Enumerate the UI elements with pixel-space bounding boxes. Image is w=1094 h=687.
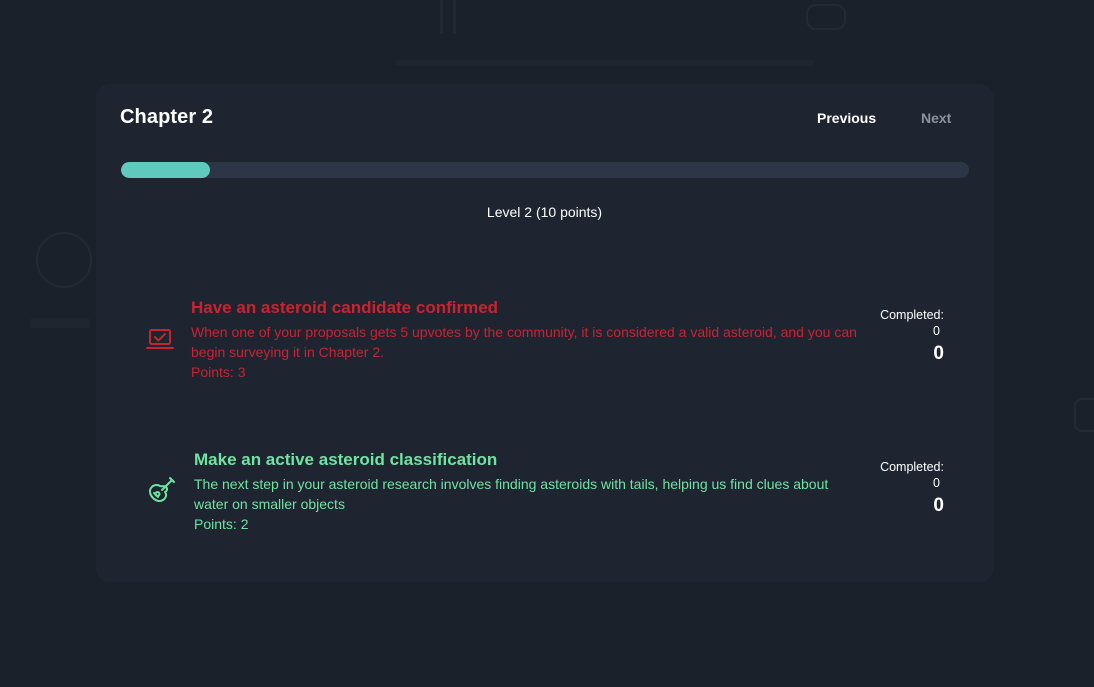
guitar-icon [146,474,176,504]
task-card[interactable]: Have an asteroid candidate confirmed Whe… [120,290,990,390]
task-description: When one of your proposals gets 5 upvote… [191,324,857,360]
laptop-check-icon [145,324,175,354]
completed-count: 0 [933,324,940,338]
task-title: Make an active asteroid classification [194,450,498,469]
background-decoration [395,60,815,66]
previous-button[interactable]: Previous [817,110,876,126]
chapter-progress-fill [121,162,211,178]
background-decoration [30,318,90,328]
chapter-progress-bar [121,162,969,178]
task-title: Have an asteroid candidate confirmed [191,298,499,317]
level-label: Level 2 (10 points) [486,204,603,220]
completed-count: 0 [933,476,940,490]
task-card[interactable]: Make an active asteroid classification T… [120,442,990,542]
completed-total: 0 [933,343,944,364]
background-decoration [36,232,92,288]
background-decoration [806,4,846,30]
background-decoration [440,0,456,34]
page: Chapter 2 Previous Next Level 2 (10 poin… [0,0,1094,687]
task-points: Points: 2 [194,516,249,532]
completed-label: Completed: [880,308,944,322]
task-points: Points: 3 [191,364,246,380]
completed-label: Completed: [880,460,944,474]
completed-total: 0 [933,495,944,516]
next-button[interactable]: Next [921,110,951,126]
task-description: The next step in your asteroid research … [194,476,829,512]
background-decoration [1074,398,1094,432]
chapter-title: Chapter 2 [120,106,214,128]
